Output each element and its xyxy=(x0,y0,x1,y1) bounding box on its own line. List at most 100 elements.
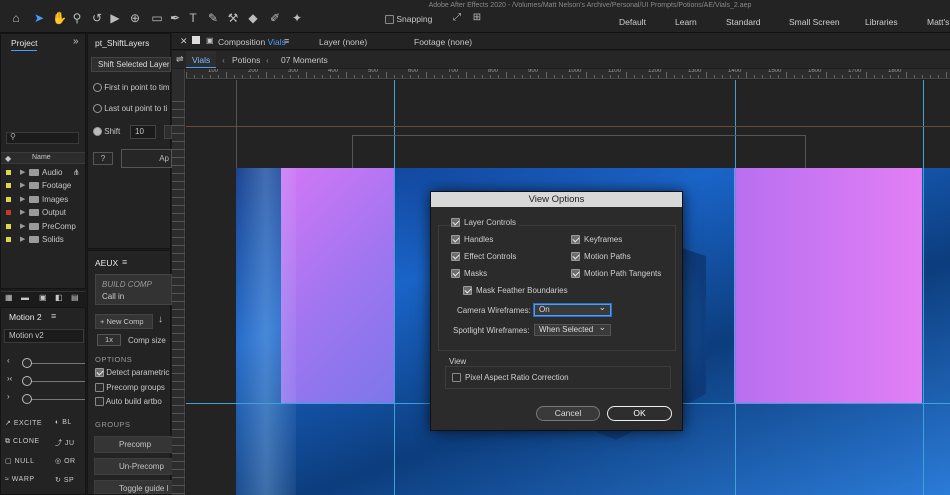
project-item[interactable]: ▶ PreComp xyxy=(1,220,85,233)
zoom-tool-icon[interactable]: ⚲ xyxy=(70,11,84,25)
radio-circle[interactable] xyxy=(93,127,102,137)
first-in-point-radio[interactable]: First in point to tim xyxy=(93,83,170,93)
pt-shiftlayers-tab[interactable]: pt_ShiftLayers xyxy=(95,38,149,48)
mask-feather-boundaries-option[interactable]: Mask Feather Boundaries xyxy=(463,286,568,296)
precomp-button[interactable]: Precomp xyxy=(94,436,174,453)
panel-overflow-icon[interactable]: » xyxy=(73,36,79,47)
motion-path-tangents-option[interactable]: Motion Path Tangents xyxy=(571,269,661,279)
panel-menu-icon[interactable]: ≡ xyxy=(51,311,56,321)
horizontal-ruler[interactable]: 100 200 300 400 500 600 700 800 900 1000 1100 1200 1… xyxy=(186,69,950,79)
footage-tab[interactable]: Footage (none) xyxy=(414,37,472,47)
radio-circle[interactable] xyxy=(93,83,102,93)
panel-menu-icon[interactable]: ≡ xyxy=(284,36,289,46)
checkbox[interactable] xyxy=(451,218,460,228)
pan-behind-tool-icon[interactable]: ⊕ xyxy=(128,11,142,25)
expand-triangle-icon[interactable]: ▶ xyxy=(20,166,25,179)
snap-edges-icon[interactable]: ⊞ xyxy=(470,11,484,25)
label-column-icon[interactable]: ◆ xyxy=(5,154,11,163)
label-swatch[interactable] xyxy=(5,236,12,243)
blend-button[interactable]: ◐ BL xyxy=(55,419,72,426)
ok-button[interactable]: OK xyxy=(607,406,672,421)
clone-button[interactable]: ⧉ CLONE xyxy=(5,438,40,446)
camera-wireframes-dropdown[interactable]: On xyxy=(534,302,611,316)
checkbox[interactable] xyxy=(571,235,580,245)
motion-version-dropdown[interactable]: Motion v2 xyxy=(4,329,84,343)
label-swatch[interactable] xyxy=(5,169,12,176)
motion-tab[interactable]: Motion 2 xyxy=(9,312,42,322)
rotate-tool-icon[interactable]: ↺ xyxy=(90,11,104,25)
project-search-input[interactable]: ⚲ xyxy=(6,132,79,144)
label-swatch[interactable] xyxy=(5,209,12,216)
orbit-button[interactable]: ◎ OR xyxy=(55,457,76,465)
workspace-libraries[interactable]: Libraries xyxy=(865,17,898,27)
cancel-button[interactable]: Cancel xyxy=(536,406,600,421)
guide-vertical[interactable] xyxy=(923,80,924,495)
checkbox[interactable] xyxy=(95,368,104,378)
spotlight-wireframes-dropdown[interactable]: When Selected xyxy=(534,322,611,336)
project-item[interactable]: ▶ Output xyxy=(1,206,85,219)
project-tab[interactable]: Project xyxy=(11,38,38,51)
radio-circle[interactable] xyxy=(93,104,102,114)
vertical-ruler[interactable] xyxy=(172,69,185,495)
workspace-standard[interactable]: Standard xyxy=(726,17,761,27)
last-out-point-radio[interactable]: Last out point to ti xyxy=(93,104,167,114)
shift-mode-dropdown[interactable]: Shift Selected Layer xyxy=(91,57,171,72)
brush-tool-icon[interactable]: ✎ xyxy=(206,11,220,25)
checkbox[interactable] xyxy=(451,252,460,262)
label-swatch[interactable] xyxy=(5,223,12,230)
shift-frames-input[interactable]: 10 xyxy=(130,125,156,139)
label-swatch[interactable] xyxy=(5,196,12,203)
slider-knob[interactable] xyxy=(22,376,32,386)
clone-stamp-tool-icon[interactable]: ⚒ xyxy=(226,11,240,25)
shift-radio[interactable]: Shift xyxy=(93,127,120,137)
help-button[interactable]: ? xyxy=(93,152,113,165)
effect-controls-option[interactable]: Effect Controls xyxy=(451,252,516,262)
expand-triangle-icon[interactable]: ▶ xyxy=(20,193,25,206)
close-icon[interactable]: ✕ xyxy=(180,36,188,47)
detect-parametric-option[interactable]: Detect parametric xyxy=(95,368,169,378)
color-depth-icon[interactable]: ◧ xyxy=(55,293,63,302)
expand-triangle-icon[interactable]: ▶ xyxy=(20,206,25,219)
breadcrumb-vials[interactable]: Vials xyxy=(186,51,217,68)
roto-brush-tool-icon[interactable]: ✐ xyxy=(268,11,282,25)
precomp-groups-option[interactable]: Precomp groups xyxy=(95,383,165,393)
easing-slider-3[interactable]: › xyxy=(7,392,85,405)
excite-button[interactable]: ↗ EXCITE xyxy=(5,419,42,427)
workspace-matts[interactable]: Matt's xyxy=(927,17,949,27)
rectangle-tool-icon[interactable]: ▭ xyxy=(150,11,164,25)
unprecomp-button[interactable]: Un-Precomp xyxy=(94,458,174,475)
name-column-header[interactable]: Name xyxy=(32,154,51,161)
expand-triangle-icon[interactable]: ▶ xyxy=(20,233,25,246)
auto-build-artboards-option[interactable]: Auto build artbo xyxy=(95,397,162,407)
selection-tool-icon[interactable]: ➤ xyxy=(32,11,46,25)
interpret-footage-icon[interactable]: ▦ xyxy=(5,293,13,302)
workspace-default[interactable]: Default xyxy=(619,17,646,27)
checkbox[interactable] xyxy=(571,252,580,262)
comp-size-multiplier[interactable]: 1x xyxy=(97,334,121,346)
home-icon[interactable]: ⌂ xyxy=(9,11,23,25)
null-button[interactable]: ▢ NULL xyxy=(5,457,34,465)
snap-options-icon[interactable]: ⤢ xyxy=(450,11,464,25)
checkbox[interactable] xyxy=(451,269,460,279)
masks-option[interactable]: Masks xyxy=(451,269,487,279)
apply-button[interactable]: Ap xyxy=(121,149,172,168)
warp-button[interactable]: ≈ WARP xyxy=(5,476,35,483)
download-icon[interactable]: ↓ xyxy=(158,314,163,325)
flowchart-icon[interactable]: ⋔ xyxy=(73,166,80,179)
trash-icon[interactable]: ▤ xyxy=(71,293,79,302)
new-composition-icon[interactable]: ▣ xyxy=(39,293,47,302)
project-item[interactable]: ▶ Audio ⋔ xyxy=(1,166,85,179)
expand-triangle-icon[interactable]: ▶ xyxy=(20,179,25,192)
breadcrumb-potions[interactable]: Potions xyxy=(232,55,260,65)
motion-paths-option[interactable]: Motion Paths xyxy=(571,252,631,262)
new-comp-button[interactable]: + New Comp xyxy=(95,314,153,329)
workspace-learn[interactable]: Learn xyxy=(675,17,697,27)
layer-controls-option[interactable]: Layer Controls xyxy=(451,218,520,228)
slider-knob[interactable] xyxy=(22,358,32,368)
keyframes-option[interactable]: Keyframes xyxy=(571,235,622,245)
handles-option[interactable]: Handles xyxy=(451,235,493,245)
composition-tab[interactable]: Composition Vials xyxy=(218,37,286,47)
flowchart-back-icon[interactable]: ⇌ xyxy=(176,54,184,65)
spin-button[interactable]: ↻ SP xyxy=(55,476,74,484)
layer-tab[interactable]: Layer (none) xyxy=(319,37,367,47)
